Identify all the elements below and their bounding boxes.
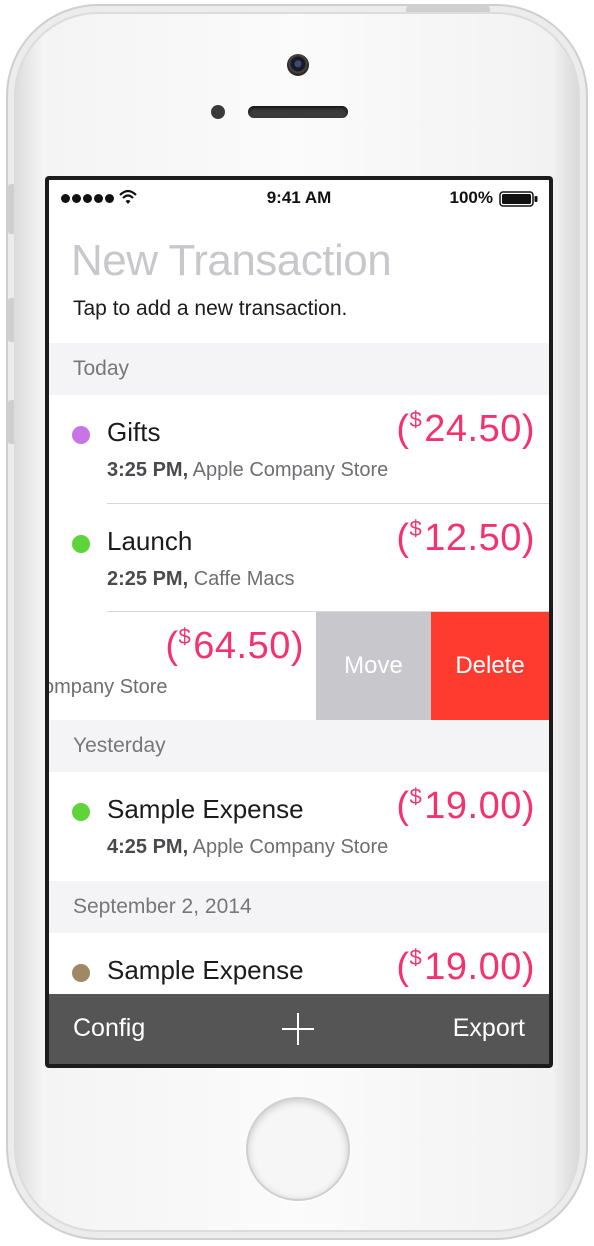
transaction-amount: ($64.50) (165, 624, 304, 668)
transaction-place: Apple Company Store (192, 459, 389, 481)
transaction-title: Sample Expense (107, 955, 304, 985)
transaction-detail: 3:25 PM, Apple Company Store (107, 459, 388, 482)
mute-switch (8, 184, 14, 234)
amount-open-paren: ( (396, 785, 410, 827)
amount-value: 64.50 (193, 625, 291, 667)
amount-open-paren: ( (396, 517, 410, 559)
battery-icon (499, 191, 538, 207)
transaction-row[interactable]: Gifts 3:25 PM, Apple Company Store ($24.… (49, 395, 549, 503)
transaction-row[interactable]: Launch 2:25 PM, Caffe Macs ($12.50) (49, 504, 549, 612)
category-dot (72, 426, 90, 444)
section-header-yesterday: Yesterday (49, 720, 549, 772)
amount-close-paren: ) (521, 785, 535, 827)
amount-value: 12.50 (424, 517, 522, 559)
status-bar: 9:41 AM 100% (49, 180, 549, 216)
currency-symbol: $ (409, 516, 423, 541)
amount-open-paren: ( (396, 946, 410, 988)
amount-value: 24.50 (424, 408, 522, 450)
page-title[interactable]: New Transaction (71, 236, 392, 286)
category-dot (72, 964, 90, 982)
transaction-title: Launch (107, 526, 193, 556)
config-button[interactable]: Config (73, 1014, 145, 1043)
transaction-time: 2:25 PM, (107, 568, 189, 590)
amount-open-paren: ( (165, 625, 179, 667)
currency-symbol: $ (409, 407, 423, 432)
earpiece-speaker (248, 106, 348, 118)
amount-close-paren: ) (290, 625, 304, 667)
move-button[interactable]: Move (316, 612, 431, 720)
amount-value: 19.00 (424, 785, 522, 827)
plus-icon[interactable] (281, 1012, 315, 1046)
transaction-place: ompany Store (49, 676, 168, 698)
transaction-title: Sample Expense (107, 794, 304, 824)
transaction-time: 3:25 PM, (107, 459, 189, 481)
section-header-today: Today (49, 343, 549, 395)
transaction-amount: ($19.00) (396, 784, 535, 828)
volume-up-button (8, 298, 14, 342)
transaction-amount: ($12.50) (396, 516, 535, 560)
currency-symbol: $ (178, 624, 192, 649)
transaction-amount: ($24.50) (396, 407, 535, 451)
category-dot (72, 803, 90, 821)
amount-open-paren: ( (396, 408, 410, 450)
section-header-september-2: September 2, 2014 (49, 881, 549, 933)
bottom-toolbar: Config Export (49, 994, 549, 1064)
amount-close-paren: ) (521, 408, 535, 450)
amount-value: 19.00 (424, 946, 522, 988)
app-display: 9:41 AM 100% New Transaction Tap to add … (49, 180, 549, 1064)
category-dot (72, 535, 90, 553)
home-button[interactable] (246, 1097, 350, 1201)
page-subtitle: Tap to add a new transaction. (73, 297, 348, 320)
amount-close-paren: ) (521, 946, 535, 988)
transaction-title: Gifts (107, 417, 161, 447)
front-camera (287, 54, 309, 76)
transaction-amount: ($19.00) (396, 945, 535, 989)
currency-symbol: $ (409, 945, 423, 970)
screen-bezel: 9:41 AM 100% New Transaction Tap to add … (45, 176, 553, 1068)
transaction-place: Apple Company Store (192, 836, 389, 858)
battery-percent: 100% (449, 188, 493, 207)
transaction-detail: 2:25 PM, Caffe Macs (107, 568, 295, 591)
transaction-place: Caffe Macs (193, 568, 295, 590)
currency-symbol: $ (409, 784, 423, 809)
transaction-time: 4:25 PM, (107, 836, 189, 858)
volume-down-button (8, 400, 14, 444)
amount-close-paren: ) (521, 517, 535, 559)
transaction-detail: 4:25 PM, Apple Company Store (107, 836, 388, 859)
transaction-row[interactable]: Sample Expense 4:25 PM, Apple Company St… (49, 772, 549, 880)
proximity-sensor (211, 105, 225, 119)
delete-button[interactable]: Delete (431, 612, 549, 720)
sleep-wake-button (406, 6, 490, 12)
export-button[interactable]: Export (453, 1014, 525, 1043)
transaction-row-swiped[interactable]: ($64.50) ompany Store Move Delete (49, 612, 549, 720)
